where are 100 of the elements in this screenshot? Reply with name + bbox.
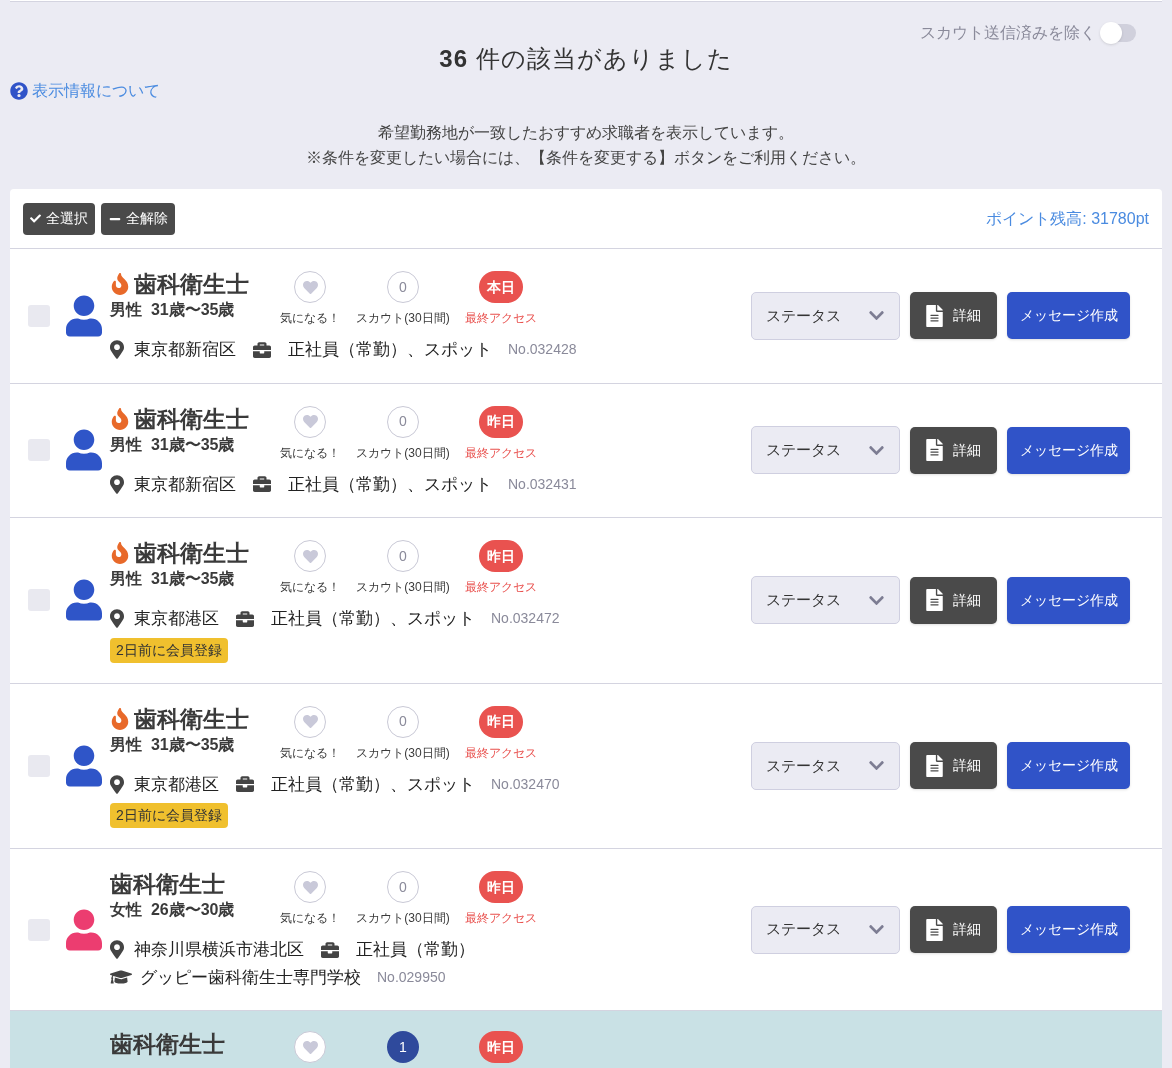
scout-label: スカウト(30日間) — [356, 444, 450, 462]
heart-icon — [302, 714, 318, 729]
favorite-label: 気になる！ — [280, 310, 340, 327]
location: 東京都港区 — [134, 773, 219, 796]
registration-badge: 2日前に会員登録 — [110, 637, 228, 663]
job-title: 歯科衛生士 — [134, 404, 249, 434]
location: 東京都新宿区 — [134, 339, 236, 361]
location-pin-icon — [110, 774, 124, 794]
last-access-label: 最終アクセス — [465, 910, 537, 927]
info-text: ※条件を変更したい場合には、【条件を変更する】ボタンをご利用ください。 — [306, 148, 866, 168]
job-title: 歯科衛生士 — [110, 870, 225, 899]
favorite-button[interactable] — [294, 705, 326, 738]
location: 東京都新宿区 — [134, 473, 236, 496]
briefcase-icon — [235, 775, 255, 794]
message-button[interactable]: メッセージ作成 — [1007, 292, 1130, 340]
document-icon — [926, 589, 943, 612]
last-access-badge: 本日 — [479, 271, 523, 303]
document-icon — [926, 304, 943, 327]
location-pin-icon — [110, 609, 124, 629]
member-number: No.032470 — [491, 774, 560, 794]
points-balance: ポイント残高: 31780pt — [986, 208, 1149, 229]
document-icon — [926, 439, 943, 462]
location: 東京都港区 — [134, 608, 219, 630]
employment-type: 正社員（常勤）、スポット — [271, 773, 475, 796]
info-text: 希望勤務地が一致したおすすめ求職者を表示しています。 — [378, 123, 794, 143]
deselect-all-button[interactable]: 全解除 — [101, 202, 175, 235]
detail-button[interactable]: 詳細 — [910, 576, 997, 624]
message-button[interactable]: メッセージ作成 — [1007, 906, 1130, 953]
scout-label: スカウト(30日間) — [356, 910, 450, 927]
favorite-button[interactable] — [294, 1031, 326, 1063]
document-icon — [926, 918, 943, 941]
heart-icon — [302, 548, 318, 564]
detail-button[interactable]: 詳細 — [910, 292, 997, 340]
favorite-button[interactable] — [294, 540, 326, 572]
detail-button[interactable]: 詳細 — [910, 742, 997, 790]
scout-label: スカウト(30日間) — [356, 744, 450, 762]
scout-count: 0 — [387, 405, 419, 438]
last-access-badge: 昨日 — [479, 871, 523, 903]
last-access-label: 最終アクセス — [465, 444, 537, 462]
location: 神奈川県横浜市港北区 — [134, 939, 304, 961]
scout-count: 0 — [387, 705, 419, 738]
scout-count: 0 — [387, 271, 419, 303]
briefcase-icon — [235, 609, 255, 628]
favorite-button[interactable] — [294, 405, 326, 438]
gender-age: 男性 31歳〜35歳 — [110, 569, 236, 589]
favorite-label: 気になる！ — [280, 744, 340, 762]
member-number: No.032472 — [491, 609, 560, 629]
select-all-button[interactable]: 全選択 — [23, 202, 95, 235]
briefcase-icon — [252, 475, 272, 494]
document-icon — [926, 754, 943, 777]
message-button[interactable]: メッセージ作成 — [1007, 742, 1130, 790]
registration-badge: 2日前に会員登録 — [110, 803, 228, 828]
last-access-label: 最終アクセス — [465, 579, 537, 596]
check-icon — [30, 213, 41, 224]
heart-icon — [302, 1039, 318, 1055]
job-title: 歯科衛生士 — [110, 1030, 225, 1059]
scout-label: スカウト(30日間) — [356, 310, 450, 327]
gender-age: 男性 31歳〜35歳 — [110, 734, 236, 755]
favorite-label: 気になる！ — [280, 910, 340, 927]
location-pin-icon — [110, 940, 124, 960]
last-access-badge: 昨日 — [479, 540, 523, 572]
help-icon — [10, 82, 28, 100]
heart-icon — [302, 279, 318, 295]
status-select[interactable]: ステータス — [751, 905, 900, 954]
employment-type: 正社員（常勤） — [356, 939, 475, 961]
last-access-badge: 昨日 — [479, 705, 523, 738]
toggle-switch[interactable] — [1102, 24, 1136, 42]
heart-icon — [302, 414, 318, 429]
detail-button[interactable]: 詳細 — [910, 906, 997, 953]
member-number: No.032431 — [508, 474, 577, 494]
location-pin-icon — [110, 340, 124, 360]
gender-age: 男性 31歳〜35歳 — [110, 434, 236, 455]
gender-age: 女性 26歳〜30歳 — [110, 900, 236, 920]
briefcase-icon — [320, 940, 340, 959]
status-select[interactable]: ステータス — [751, 576, 900, 625]
detail-button[interactable]: 詳細 — [910, 426, 997, 474]
last-access-label: 最終アクセス — [465, 310, 537, 327]
favorite-label: 気になる！ — [280, 579, 340, 596]
status-select[interactable]: ステータス — [751, 426, 900, 475]
scout-count: 1 — [387, 1031, 419, 1063]
favorite-button[interactable] — [294, 271, 326, 303]
member-number: No.032428 — [508, 340, 577, 360]
scout-label: スカウト(30日間) — [356, 579, 450, 596]
last-access-badge: 昨日 — [479, 1031, 523, 1063]
last-access-label: 最終アクセス — [465, 744, 537, 762]
school-name: グッピー歯科衛生士専門学校 — [140, 966, 361, 989]
job-title: 歯科衛生士 — [134, 539, 249, 568]
favorite-button[interactable] — [294, 871, 326, 903]
toggle-label: スカウト送信済みを除く — [920, 23, 1096, 43]
result-count-heading: 36 件の該当がありました — [439, 44, 733, 74]
scout-count: 0 — [387, 871, 419, 903]
favorite-label: 気になる！ — [280, 444, 340, 462]
job-title: 歯科衛生士 — [134, 704, 249, 734]
briefcase-icon — [252, 340, 272, 359]
message-button[interactable]: メッセージ作成 — [1007, 576, 1130, 624]
message-button[interactable]: メッセージ作成 — [1007, 426, 1130, 474]
job-title: 歯科衛生士 — [134, 270, 249, 299]
status-select[interactable]: ステータス — [751, 741, 900, 790]
location-pin-icon — [110, 474, 124, 494]
status-select[interactable]: ステータス — [751, 291, 900, 340]
